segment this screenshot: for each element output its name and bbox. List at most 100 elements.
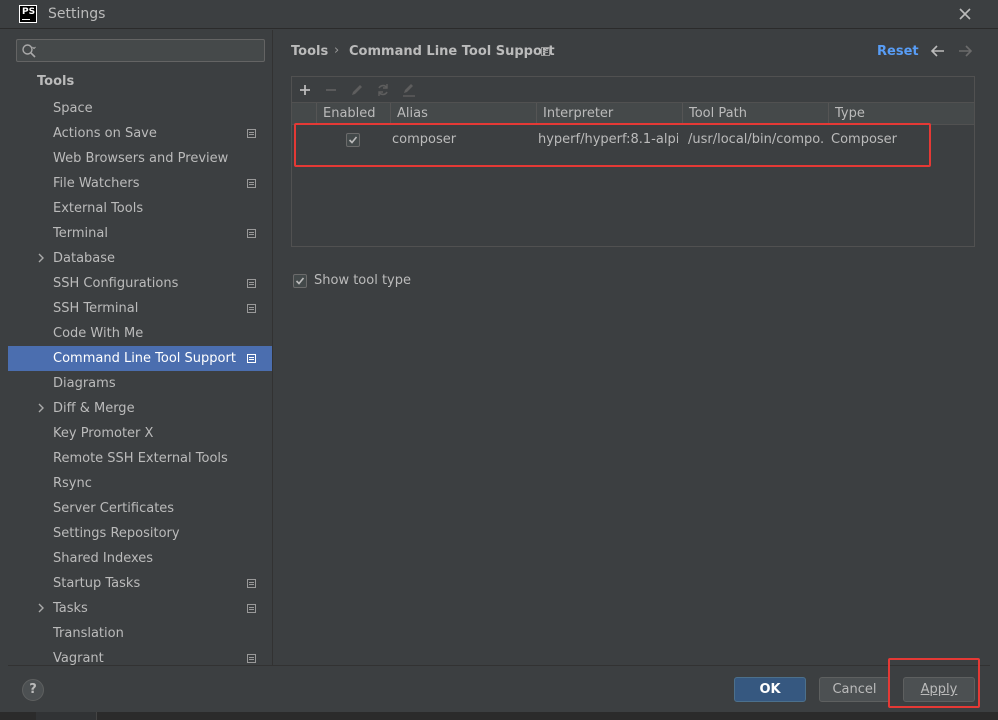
sidebar-item-label: SSH Configurations (53, 276, 179, 291)
ok-button[interactable]: OK (734, 677, 806, 702)
sidebar-item-actions-on-save[interactable]: Actions on Save (8, 121, 272, 146)
sidebar-item-database[interactable]: Database (8, 246, 272, 271)
table-row[interactable]: composer hyperf/hyperf:8.1-alpi... /usr/… (292, 125, 974, 155)
sidebar-item-remote-ssh-external-tools[interactable]: Remote SSH External Tools (8, 446, 272, 471)
help-button[interactable]: ? (22, 679, 44, 701)
column-header-alias[interactable]: Alias (390, 103, 536, 125)
sidebar-item-space[interactable]: Space (8, 96, 272, 121)
project-settings-icon (247, 579, 256, 588)
dialog-footer: ? OK Cancel Apply (8, 658, 990, 712)
chevron-right-icon[interactable] (36, 253, 46, 263)
close-icon[interactable] (956, 5, 974, 23)
sidebar-item-command-line-tool-support[interactable]: Command Line Tool Support (8, 346, 272, 371)
remove-icon[interactable] (323, 82, 339, 98)
refresh-icon[interactable] (375, 82, 391, 98)
table-header: Enabled Alias Interpreter Tool Path Type (292, 102, 974, 125)
sidebar-item-label: File Watchers (53, 176, 140, 191)
sidebar-item-label: Rsync (53, 476, 92, 491)
sidebar-item-label: Translation (53, 626, 124, 641)
tools-table-panel: Enabled Alias Interpreter Tool Path Type… (291, 76, 975, 247)
sidebar-item-label: SSH Terminal (53, 301, 139, 316)
sidebar-item-label: External Tools (53, 201, 144, 216)
window-title: Settings (48, 6, 106, 22)
sidebar-item-ssh-terminal[interactable]: SSH Terminal (8, 296, 272, 321)
project-settings-icon (247, 304, 256, 313)
column-header-tool-path[interactable]: Tool Path (682, 103, 828, 125)
row-enabled-checkbox[interactable] (346, 133, 360, 147)
project-settings-icon (247, 604, 256, 613)
project-settings-icon (247, 654, 256, 663)
apply-button[interactable]: Apply (903, 677, 975, 702)
sidebar-item-label: Web Browsers and Preview (53, 151, 229, 166)
sidebar-item-server-certificates[interactable]: Server Certificates (8, 496, 272, 521)
sidebar-item-label: Startup Tasks (53, 576, 141, 591)
row-alias: composer (392, 132, 457, 147)
sidebar-item-diff-merge[interactable]: Diff & Merge (8, 396, 272, 421)
sidebar-item-label: Remote SSH External Tools (53, 451, 228, 466)
sidebar-item-key-promoter-x[interactable]: Key Promoter X (8, 421, 272, 446)
page-title: Command Line Tool Support (349, 44, 555, 59)
sidebar-item-startup-tasks[interactable]: Startup Tasks (8, 571, 272, 596)
sidebar-item-label: Code With Me (53, 326, 144, 341)
sidebar-item-ssh-configurations[interactable]: SSH Configurations (8, 271, 272, 296)
search-input[interactable] (39, 40, 259, 61)
row-interpreter: hyperf/hyperf:8.1-alpi... (538, 132, 678, 147)
sidebar-item-web-browsers-and-preview[interactable]: Web Browsers and Preview (8, 146, 272, 171)
table-toolbar (292, 77, 974, 102)
reset-link[interactable]: Reset (877, 44, 919, 59)
sidebar-item-label: Tasks (53, 601, 88, 616)
settings-sidebar: Tools Space Actions on Save Web Browsers a… (8, 30, 272, 665)
sidebar-item-tasks[interactable]: Tasks (8, 596, 272, 621)
sidebar-item-terminal[interactable]: Terminal (8, 221, 272, 246)
column-header-interpreter[interactable]: Interpreter (536, 103, 682, 125)
project-settings-icon (247, 354, 256, 363)
sidebar-item-label: Command Line Tool Support (53, 351, 236, 366)
sidebar-item-translation[interactable]: Translation (8, 621, 272, 646)
sidebar-item-label: Database (53, 251, 116, 266)
sidebar-item-external-tools[interactable]: External Tools (8, 196, 272, 221)
cancel-button[interactable]: Cancel (819, 677, 890, 702)
show-tool-type-label[interactable]: Show tool type (314, 273, 411, 288)
sidebar-item-label: Shared Indexes (53, 551, 154, 566)
sidebar-item-label: Vagrant (53, 651, 104, 665)
title-bar: PS Settings (0, 0, 998, 29)
sidebar-item-label: Space (53, 101, 93, 116)
project-settings-icon (247, 229, 256, 238)
sidebar-item-label: Server Certificates (53, 501, 175, 516)
chevron-right-icon[interactable] (36, 403, 46, 413)
project-settings-icon (247, 179, 256, 188)
sidebar-item-label: Diff & Merge (53, 401, 135, 416)
project-settings-icon (247, 129, 256, 138)
project-settings-icon (247, 279, 256, 288)
main-panel: Tools › Command Line Tool Support Reset (272, 30, 990, 665)
sidebar-item-label: Key Promoter X (53, 426, 154, 441)
sidebar-item-label: Diagrams (53, 376, 116, 391)
edit-alias-icon[interactable] (401, 82, 417, 98)
sidebar-item-label: Actions on Save (53, 126, 157, 141)
breadcrumb-parent[interactable]: Tools (291, 44, 328, 59)
search-box[interactable] (16, 39, 265, 62)
breadcrumb-separator: › (334, 43, 340, 58)
row-type: Composer (831, 132, 898, 147)
tree-header-tools[interactable]: Tools (37, 74, 74, 89)
phpstorm-logo-icon: PS (19, 5, 37, 23)
search-icon (22, 44, 36, 58)
edit-icon[interactable] (349, 82, 365, 98)
forward-arrow-icon[interactable] (957, 44, 973, 58)
sidebar-item-vagrant[interactable]: Vagrant (8, 646, 272, 665)
row-tool-path: /usr/local/bin/compo... (688, 132, 824, 147)
apply-button-label: Apply (920, 682, 958, 697)
background-window-strip (0, 712, 998, 720)
show-tool-type-checkbox[interactable] (293, 274, 307, 288)
sidebar-item-diagrams[interactable]: Diagrams (8, 371, 272, 396)
add-icon[interactable] (297, 82, 313, 98)
chevron-right-icon[interactable] (36, 603, 46, 613)
back-arrow-icon[interactable] (930, 44, 946, 58)
sidebar-item-settings-repository[interactable]: Settings Repository (8, 521, 272, 546)
sidebar-item-rsync[interactable]: Rsync (8, 471, 272, 496)
sidebar-item-label: Settings Repository (53, 526, 180, 541)
column-header-type[interactable]: Type (828, 103, 974, 125)
sidebar-item-file-watchers[interactable]: File Watchers (8, 171, 272, 196)
sidebar-item-code-with-me[interactable]: Code With Me (8, 321, 272, 346)
sidebar-item-shared-indexes[interactable]: Shared Indexes (8, 546, 272, 571)
